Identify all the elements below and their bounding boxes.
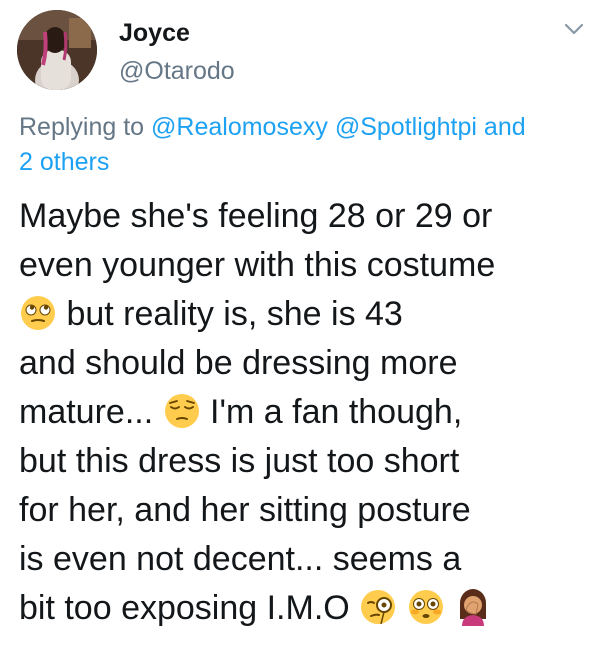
avatar[interactable] [17, 10, 97, 90]
tweet-line-text: I'm a fan though, [200, 393, 463, 431]
tweet-line: and should be dressing more [19, 344, 458, 382]
tweet-line: Maybe she's feeling 28 or 29 or [19, 197, 493, 235]
mention-realomosexy[interactable]: @Realomosexy [151, 113, 328, 141]
woman-facepalming-icon [454, 588, 492, 626]
tweet-line-text: mature... [19, 393, 163, 431]
tweet-line: for her, and her sitting posture [19, 491, 471, 529]
tweet-line: bit too exposing I.M.O [19, 584, 594, 633]
tweet-text: Maybe she's feeling 28 or 29 or even you… [19, 192, 594, 633]
face-with-monocle-icon [359, 588, 397, 626]
author-name[interactable]: Joyce [119, 18, 190, 48]
tweet-line: even younger with this costume [19, 246, 496, 284]
replying-to-label: Replying to [19, 113, 145, 141]
tweet-line-text: bit too exposing I.M.O [19, 589, 360, 627]
chevron-down-icon[interactable] [562, 20, 586, 38]
mention-spotlightpi[interactable]: @Spotlightpi [335, 113, 477, 141]
tweet-line: is even not decent... seems a [19, 540, 462, 578]
tweet-line: but reality is, she is 43 [19, 290, 594, 339]
replying-to: Replying to @Realomosexy @Spotlightpi an… [19, 110, 589, 180]
face-with-rolling-eyes-icon [19, 294, 57, 332]
flushed-face-icon [407, 588, 445, 626]
mention-and[interactable]: and [484, 113, 526, 141]
author-handle[interactable]: @Otarodo [119, 56, 235, 86]
pensive-face-icon [163, 392, 201, 430]
tweet-line-text: but reality is, she is 43 [57, 295, 403, 333]
mention-others[interactable]: 2 others [19, 148, 109, 176]
tweet-line: but this dress is just too short [19, 442, 460, 480]
tweet-line: mature... I'm a fan though, [19, 388, 594, 437]
tweet-card: Joyce @Otarodo Replying to @Realomosexy … [0, 0, 600, 652]
